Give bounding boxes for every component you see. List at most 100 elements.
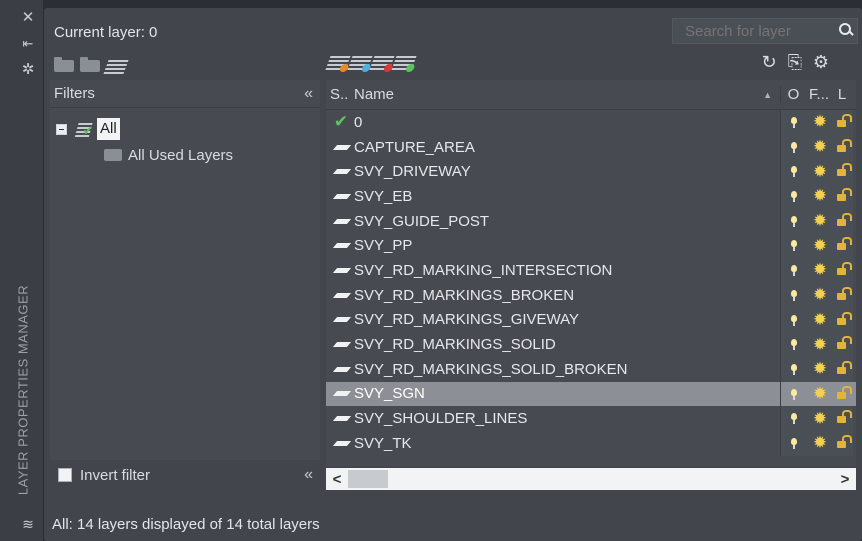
thaw-sun-icon[interactable]: ✹ [807, 211, 833, 231]
lightbulb-on-icon[interactable] [781, 110, 807, 135]
properties-icon[interactable]: ✲ [17, 60, 39, 80]
current-layer-check-icon[interactable]: ✔ [326, 112, 352, 132]
thaw-sun-icon[interactable]: ✹ [807, 137, 833, 157]
layer-row[interactable]: ✔ 0 ✹ [326, 110, 856, 135]
layer-row[interactable]: SVY_PP ✹ [326, 233, 856, 259]
layer-status-icon[interactable] [326, 366, 352, 372]
layer-name[interactable]: CAPTURE_AREA [352, 139, 780, 156]
new-layer-vp-frozen-icon[interactable] [347, 56, 373, 70]
new-layer-icon[interactable] [325, 56, 351, 70]
column-freeze[interactable]: F... [806, 86, 832, 103]
lightbulb-on-icon[interactable] [781, 184, 807, 209]
layer-row[interactable]: SVY_EB ✹ [326, 184, 856, 209]
lightbulb-on-icon[interactable] [781, 135, 807, 160]
tree-item-all-used-layers[interactable]: All Used Layers [50, 142, 320, 168]
thaw-sun-icon[interactable]: ✹ [807, 112, 833, 132]
tree-item-all[interactable]: All [50, 116, 320, 142]
layer-row[interactable]: SVY_RD_MARKINGS_SOLID ✹ [326, 332, 856, 357]
lightbulb-on-icon[interactable] [781, 283, 807, 308]
unlock-icon[interactable] [833, 159, 853, 184]
unlock-icon[interactable] [833, 209, 853, 234]
scroll-left-icon[interactable]: < [326, 471, 348, 488]
layer-status-icon[interactable] [326, 391, 352, 397]
layer-row[interactable]: SVY_RD_MARKINGS_GIVEWAY ✹ [326, 307, 856, 333]
layer-status-icon[interactable] [326, 193, 352, 199]
layer-row[interactable]: SVY_SGN ✹ [326, 381, 856, 407]
layer-row[interactable]: SVY_RD_MARKING_INTERSECTION ✹ [326, 258, 856, 283]
horizontal-scrollbar[interactable]: < > [326, 468, 856, 490]
lightbulb-on-icon[interactable] [781, 357, 807, 382]
layer-name[interactable]: SVY_TK [352, 435, 780, 452]
lightbulb-on-icon[interactable] [781, 382, 807, 407]
unlock-icon[interactable] [833, 233, 853, 258]
layer-status-icon[interactable] [326, 317, 352, 323]
lightbulb-on-icon[interactable] [781, 431, 807, 456]
search-icon[interactable] [831, 18, 857, 44]
collapse-filters-icon[interactable]: « [304, 85, 313, 103]
unlock-icon[interactable] [833, 332, 853, 357]
unlock-icon[interactable] [833, 382, 853, 407]
unlock-icon[interactable] [833, 110, 853, 135]
auto-hide-icon[interactable]: ⇤ [17, 34, 39, 54]
layer-status-icon[interactable] [326, 440, 352, 446]
thaw-sun-icon[interactable]: ✹ [807, 384, 833, 404]
thaw-sun-icon[interactable]: ✹ [807, 260, 833, 280]
unlock-icon[interactable] [833, 135, 853, 160]
lightbulb-on-icon[interactable] [781, 233, 807, 258]
layer-status-icon[interactable] [326, 169, 352, 175]
scroll-thumb[interactable] [348, 470, 388, 488]
invert-filter-checkbox[interactable] [58, 468, 72, 482]
layer-status-icon[interactable] [326, 243, 352, 249]
unlock-icon[interactable] [833, 357, 853, 382]
layer-row[interactable]: SVY_RD_MARKINGS_SOLID_BROKEN ✹ [326, 356, 856, 382]
layer-name[interactable]: 0 [352, 114, 780, 131]
thaw-sun-icon[interactable]: ✹ [807, 285, 833, 305]
thaw-sun-icon[interactable]: ✹ [807, 359, 833, 379]
layer-row[interactable]: SVY_GUIDE_POST ✹ [326, 208, 856, 234]
thaw-sun-icon[interactable]: ✹ [807, 433, 833, 453]
lightbulb-on-icon[interactable] [781, 308, 807, 333]
delete-layer-icon[interactable] [369, 56, 395, 70]
new-group-filter-icon[interactable] [80, 57, 100, 72]
column-name[interactable]: Name ▲ [352, 86, 780, 103]
unlock-icon[interactable] [833, 184, 853, 209]
layer-row[interactable]: SVY_DRIVEWAY ✹ [326, 159, 856, 185]
unlock-icon[interactable] [833, 308, 853, 333]
layer-status-icon[interactable] [326, 342, 352, 348]
layer-status-icon[interactable] [326, 267, 352, 273]
layer-name[interactable]: SVY_RD_MARKINGS_GIVEWAY [352, 311, 780, 328]
layer-name[interactable]: SVY_RD_MARKINGS_SOLID [352, 336, 780, 353]
layer-status-icon[interactable] [326, 292, 352, 298]
layer-name[interactable]: SVY_DRIVEWAY [352, 163, 780, 180]
search-box[interactable] [672, 18, 858, 44]
layer-status-icon[interactable] [326, 218, 352, 224]
layer-name[interactable]: SVY_RD_MARKINGS_SOLID_BROKEN [352, 361, 780, 378]
layer-row[interactable]: CAPTURE_AREA ✹ [326, 134, 856, 160]
layer-status-icon[interactable] [326, 144, 352, 150]
layer-name[interactable]: SVY_SHOULDER_LINES [352, 410, 780, 427]
layer-row[interactable]: SVY_TK ✹ [326, 430, 856, 456]
column-status[interactable]: S.. [326, 86, 352, 103]
gear-icon[interactable]: ⚙ [810, 52, 832, 72]
search-input[interactable] [673, 22, 831, 40]
close-icon[interactable]: ✕ [17, 8, 39, 28]
lightbulb-on-icon[interactable] [781, 258, 807, 283]
layer-row[interactable]: SVY_RD_MARKINGS_BROKEN ✹ [326, 282, 856, 308]
layer-name[interactable]: SVY_SGN [352, 385, 780, 402]
collapse-node-icon[interactable] [56, 123, 67, 135]
settings-dialog-icon[interactable]: ⎘ [784, 52, 806, 72]
thaw-sun-icon[interactable]: ✹ [807, 335, 833, 355]
column-lock[interactable]: L [832, 86, 852, 103]
layer-name[interactable]: SVY_EB [352, 188, 780, 205]
thaw-sun-icon[interactable]: ✹ [807, 236, 833, 256]
lightbulb-on-icon[interactable] [781, 406, 807, 431]
refresh-icon[interactable]: ↻ [758, 52, 780, 72]
thaw-sun-icon[interactable]: ✹ [807, 409, 833, 429]
layer-status-icon[interactable] [326, 416, 352, 422]
layer-name[interactable]: SVY_PP [352, 237, 780, 254]
lightbulb-on-icon[interactable] [781, 159, 807, 184]
unlock-icon[interactable] [833, 258, 853, 283]
lightbulb-on-icon[interactable] [781, 332, 807, 357]
unlock-icon[interactable] [833, 283, 853, 308]
thaw-sun-icon[interactable]: ✹ [807, 186, 833, 206]
